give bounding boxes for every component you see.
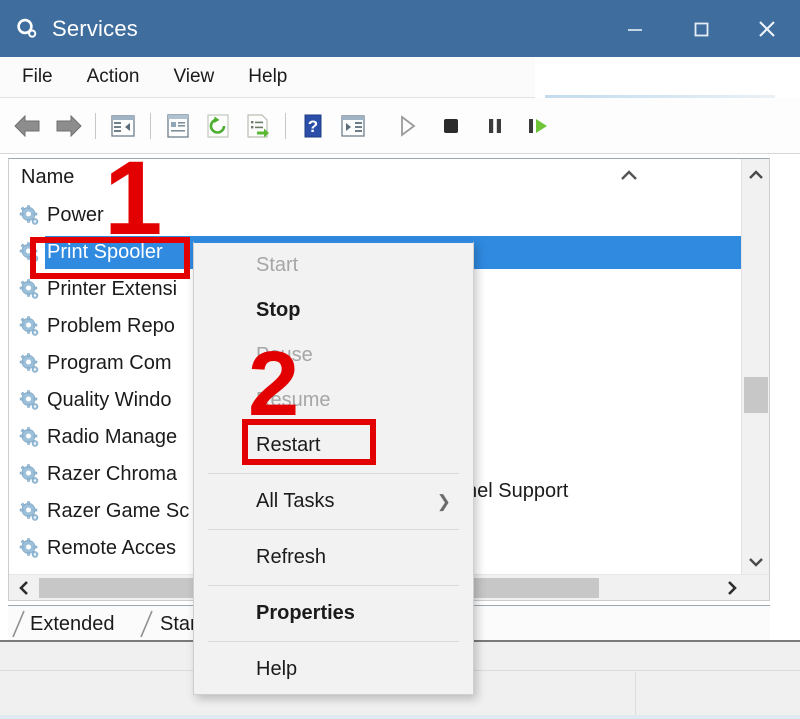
scroll-left-button[interactable] xyxy=(13,577,35,599)
pause-bars-icon[interactable] xyxy=(473,105,517,147)
menu-item-properties[interactable]: Properties xyxy=(194,591,473,636)
context-menu[interactable]: StartStopPauseResumeRestartAll Tasks❯Ref… xyxy=(193,241,474,695)
back-button[interactable] xyxy=(8,105,48,147)
service-name: Razer Game Sc xyxy=(47,500,189,523)
service-name: Radio Manage xyxy=(47,426,177,449)
column-header-name[interactable]: Name xyxy=(21,166,74,189)
service-name: Quality Windo xyxy=(47,389,172,412)
service-description-fragment: nel Support xyxy=(466,480,568,503)
vertical-scrollbar[interactable] xyxy=(741,159,769,600)
title-bar: Services xyxy=(0,0,800,57)
vertical-scrollbar-thumb[interactable] xyxy=(744,377,768,413)
services-window: Services File Action View xyxy=(0,0,800,719)
service-gear-icon xyxy=(19,390,41,412)
menu-item-pause: Pause xyxy=(194,333,473,378)
menu-item-refresh[interactable]: Refresh xyxy=(194,535,473,580)
tab-separator xyxy=(12,610,26,638)
stop-square-icon[interactable] xyxy=(429,105,473,147)
chevron-right-icon: ❯ xyxy=(437,492,451,512)
service-gear-icon xyxy=(19,501,41,523)
service-gear-icon xyxy=(19,279,41,301)
svg-text:?: ? xyxy=(308,117,318,136)
annotation-step-1: 1 xyxy=(104,146,162,251)
service-gear-icon xyxy=(19,316,41,338)
toolbar-separator xyxy=(95,113,96,139)
menu-item-label: Properties xyxy=(256,602,355,625)
restart-bar-play-icon[interactable] xyxy=(517,105,561,147)
play-triangle-icon[interactable] xyxy=(385,105,429,147)
service-name: Printer Extensi xyxy=(47,278,177,301)
menu-item-stop[interactable]: Stop xyxy=(194,288,473,333)
service-gear-icon xyxy=(19,464,41,486)
menubar-overlay-artifact xyxy=(535,58,800,98)
service-gear-icon xyxy=(19,538,41,560)
forward-button[interactable] xyxy=(48,105,88,147)
menu-help[interactable]: Help xyxy=(248,66,287,88)
menu-separator xyxy=(208,641,459,642)
menu-separator xyxy=(208,585,459,586)
service-gear-icon xyxy=(19,205,41,227)
minimize-button[interactable] xyxy=(602,0,668,57)
action-pane-icon[interactable] xyxy=(333,105,373,147)
scroll-right-button[interactable] xyxy=(721,577,743,599)
scroll-up-button[interactable] xyxy=(742,161,770,189)
menu-item-label: Refresh xyxy=(256,546,326,569)
window-title: Services xyxy=(52,16,138,42)
menu-action[interactable]: Action xyxy=(87,66,140,88)
menu-file[interactable]: File xyxy=(22,66,53,88)
annotation-step-2: 2 xyxy=(248,338,299,430)
toolbar-separator xyxy=(285,113,286,139)
menu-item-resume: Resume xyxy=(194,378,473,423)
service-name: Power xyxy=(47,204,104,227)
menu-separator xyxy=(208,529,459,530)
service-name: Remote Acces xyxy=(47,537,176,560)
toolbar-separator xyxy=(150,113,151,139)
tab-separator xyxy=(140,610,154,638)
close-button[interactable] xyxy=(734,0,800,57)
menu-view[interactable]: View xyxy=(173,66,214,88)
service-gear-icon xyxy=(19,353,41,375)
status-bar-bottom-edge xyxy=(0,715,800,719)
menu-separator xyxy=(208,473,459,474)
menu-item-label: Help xyxy=(256,658,297,681)
scroll-down-button[interactable] xyxy=(742,548,770,576)
menu-item-help[interactable]: Help xyxy=(194,647,473,692)
window-controls xyxy=(602,0,800,57)
gear-icon xyxy=(14,16,40,42)
menu-item-label: Stop xyxy=(256,299,300,322)
service-name: Problem Repo xyxy=(47,315,175,338)
refresh-green-arrow-icon[interactable] xyxy=(198,105,238,147)
menu-item-all-tasks[interactable]: All Tasks ❯ xyxy=(194,479,473,524)
menu-item-start: Start xyxy=(194,243,473,288)
status-bar-divider xyxy=(635,672,636,719)
menu-item-label: All Tasks xyxy=(256,490,335,513)
service-gear-icon xyxy=(19,427,41,449)
question-mark-icon[interactable]: ? xyxy=(293,105,333,147)
export-list-icon[interactable] xyxy=(238,105,278,147)
chevron-up-icon xyxy=(614,167,644,185)
tab-extended[interactable]: Extended xyxy=(30,608,115,640)
maximize-button[interactable] xyxy=(668,0,734,57)
menu-item-label: Start xyxy=(256,254,298,277)
service-name: Razer Chroma xyxy=(47,463,177,486)
properties-window-icon[interactable] xyxy=(158,105,198,147)
service-name: Program Com xyxy=(47,352,171,375)
